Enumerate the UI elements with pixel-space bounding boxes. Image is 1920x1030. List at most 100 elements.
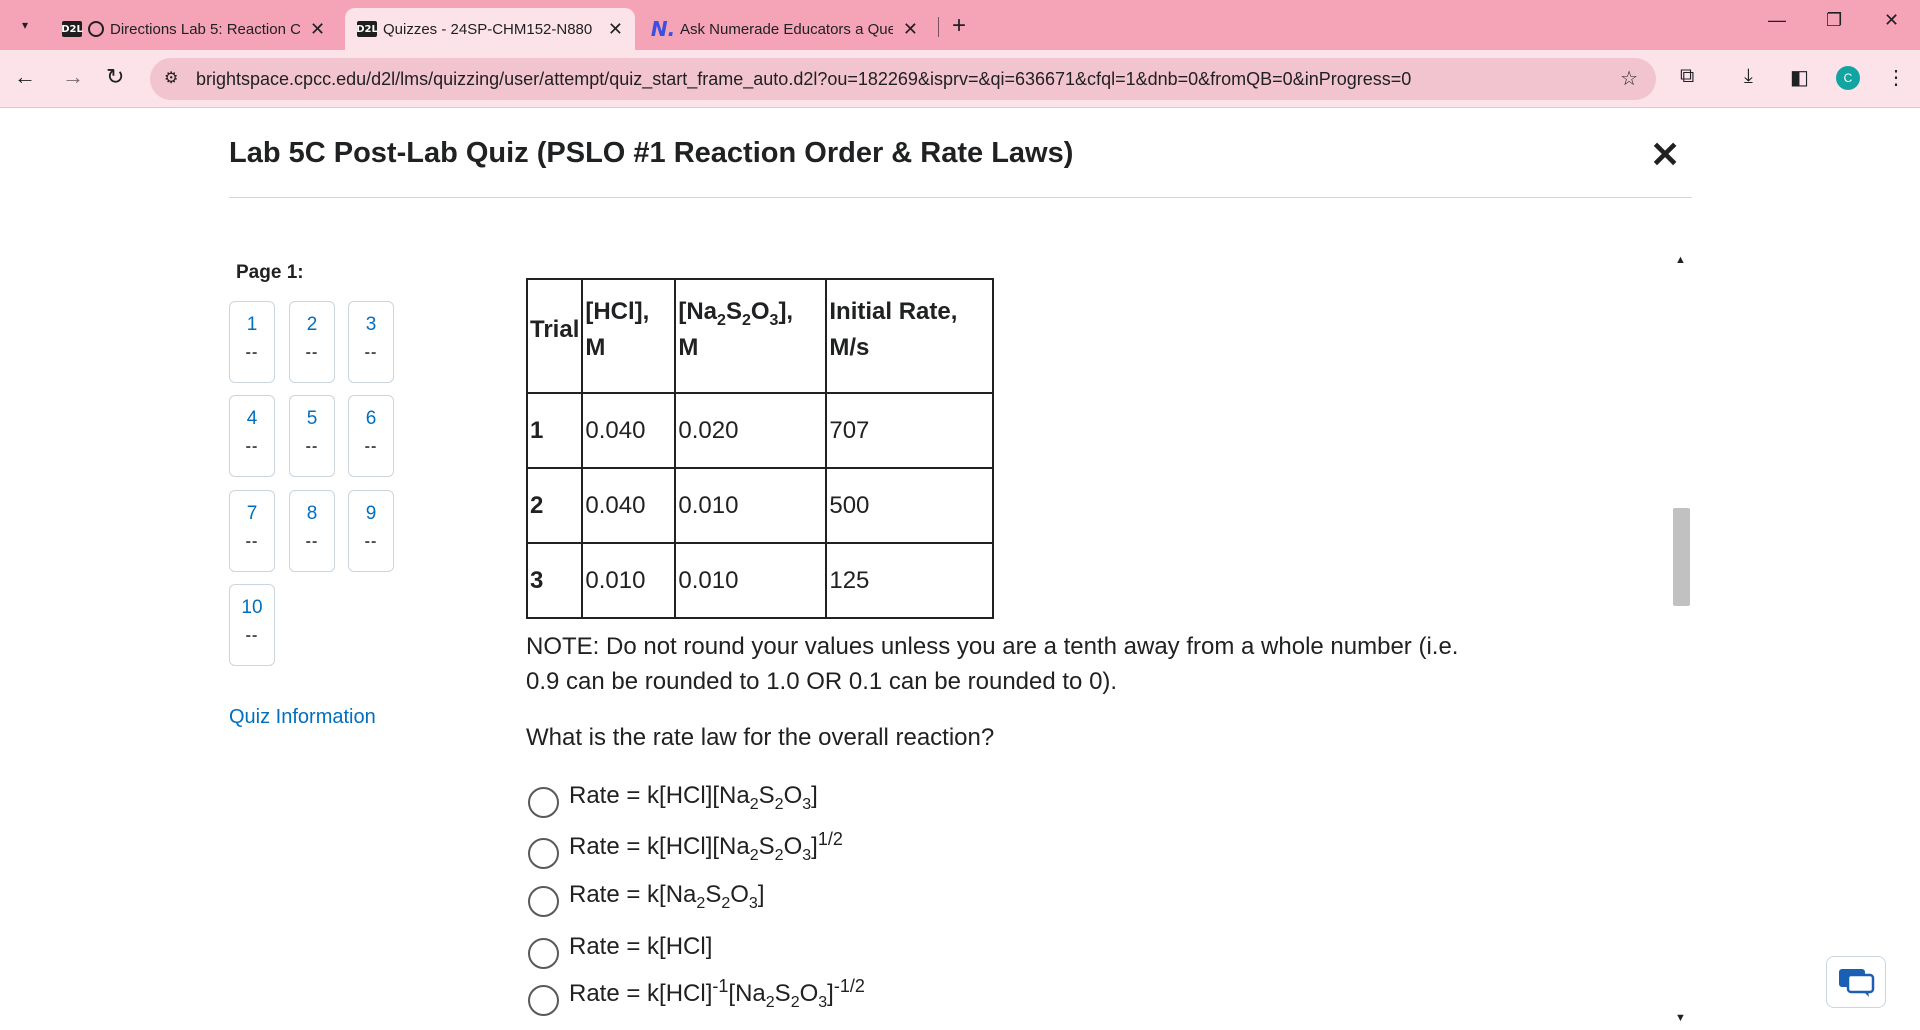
- question-nav-item[interactable]: 9 --: [348, 490, 394, 572]
- question-status: --: [364, 533, 378, 550]
- table-cell: 2: [525, 467, 584, 544]
- radio-button[interactable]: [528, 885, 559, 917]
- forward-icon[interactable]: →: [62, 64, 84, 90]
- chevron-down-icon: ▾: [21, 18, 29, 32]
- tab-separator: [938, 17, 939, 37]
- close-window-icon[interactable]: ✕: [1884, 10, 1899, 31]
- question-number: 5: [306, 408, 318, 429]
- table-cell: 125: [825, 542, 995, 619]
- answer-choice-5[interactable]: Rate = k[HCl]-1[Na2S2O3]-1/2: [528, 974, 1028, 1016]
- extensions-icon[interactable]: ⧉: [1680, 65, 1694, 88]
- site-info-icon[interactable]: ⚙: [164, 68, 178, 88]
- profile-avatar[interactable]: C: [1836, 66, 1860, 90]
- question-nav-item[interactable]: 3 --: [348, 301, 394, 383]
- page-title: Lab 5C Post-Lab Quiz (PSLO #1 Reaction O…: [229, 137, 1074, 169]
- question-status: --: [305, 344, 319, 361]
- data-table: Trial [HCl], M [Na2S2O3], M Initial Rate, M…: [525, 278, 995, 619]
- question-number: 3: [365, 314, 377, 335]
- tab-quizzes[interactable]: D2L Quizzes - 24SP-CHM152-N880 ✕: [345, 8, 635, 50]
- question-number: 7: [246, 503, 258, 524]
- d2l-favicon-icon: D2L: [61, 21, 83, 37]
- minimize-icon[interactable]: —: [1768, 10, 1786, 31]
- question-nav-item[interactable]: 1 --: [229, 301, 275, 383]
- close-tab-icon[interactable]: ✕: [608, 19, 623, 40]
- choice-label: Rate = k[HCl][Na2S2O3]: [569, 782, 818, 813]
- question-nav-item[interactable]: 10 --: [229, 584, 275, 666]
- chat-button[interactable]: [1826, 956, 1886, 1008]
- question-number: 4: [246, 408, 258, 429]
- question-nav-item[interactable]: 7 --: [229, 490, 275, 572]
- scroll-down-icon[interactable]: ▼: [1675, 1012, 1686, 1024]
- choice-label: Rate = k[Na2S2O3]: [569, 881, 765, 912]
- question-nav-item[interactable]: 5 --: [289, 395, 335, 477]
- question-number: 10: [241, 597, 263, 618]
- question-number: 8: [306, 503, 318, 524]
- clock-icon: [88, 21, 104, 37]
- address-bar[interactable]: ⚙ brightspace.cpcc.edu/d2l/lms/quizzing/…: [150, 58, 1656, 100]
- scrollbar[interactable]: [1670, 254, 1692, 1030]
- download-icon[interactable]: ⤓: [1744, 65, 1753, 88]
- column-header-initial-rate: Initial Rate, M/s: [825, 278, 995, 394]
- question-status: --: [305, 438, 319, 455]
- tab-numerade[interactable]: N. Ask Numerade Educators a Que ✕: [640, 8, 930, 50]
- table-cell: 0.040: [581, 392, 677, 469]
- tab-directions-lab[interactable]: D2L Directions Lab 5: Reaction C ✕: [50, 8, 342, 50]
- question-status: --: [245, 627, 259, 644]
- choice-label: Rate = k[HCl]: [569, 933, 713, 960]
- question-nav-item[interactable]: 6 --: [348, 395, 394, 477]
- more-menu-icon[interactable]: ⋮: [1886, 65, 1906, 90]
- scrollbar-thumb[interactable]: [1673, 508, 1690, 606]
- close-icon[interactable]: ✕: [1650, 134, 1680, 176]
- browser-toolbar: ← → ↻ ⚙ brightspace.cpcc.edu/d2l/lms/qui…: [0, 50, 1920, 108]
- note-text: NOTE: Do not round your values unless yo…: [526, 633, 1459, 695]
- tab-strip: ▾ D2L Directions Lab 5: Reaction C ✕ D2L…: [0, 0, 1920, 50]
- divider: [229, 197, 1692, 198]
- column-header-na2s2o3: [Na2S2O3], M: [674, 278, 828, 394]
- table-cell: 1: [525, 392, 584, 469]
- tab-title: Directions Lab 5: Reaction C: [110, 20, 300, 38]
- side-panel-icon[interactable]: ◧: [1790, 65, 1809, 90]
- question-status: --: [364, 438, 378, 455]
- question-status: --: [245, 438, 259, 455]
- table-cell: 707: [825, 392, 995, 469]
- question-number: 2: [306, 314, 318, 335]
- answer-choice-2[interactable]: Rate = k[HCl][Na2S2O3]1/2: [528, 827, 1028, 869]
- quiz-information-link[interactable]: Quiz Information: [229, 706, 376, 729]
- radio-button[interactable]: [528, 937, 559, 969]
- question-status: --: [245, 344, 259, 361]
- question-nav-item[interactable]: 4 --: [229, 395, 275, 477]
- url-text[interactable]: brightspace.cpcc.edu/d2l/lms/quizzing/us…: [196, 69, 1411, 90]
- table-cell: 0.010: [674, 542, 828, 619]
- answer-choice-1[interactable]: Rate = k[HCl][Na2S2O3]: [528, 776, 1028, 818]
- d2l-favicon-icon: D2L: [356, 21, 378, 37]
- table-row: 3 0.010 0.010 125: [525, 542, 995, 619]
- question-nav-item[interactable]: 8 --: [289, 490, 335, 572]
- choice-label: Rate = k[HCl]-1[Na2S2O3]-1/2: [569, 976, 865, 1011]
- back-icon[interactable]: ←: [14, 64, 36, 90]
- close-tab-icon[interactable]: ✕: [310, 19, 325, 40]
- scroll-up-icon[interactable]: ▲: [1675, 254, 1686, 266]
- close-tab-icon[interactable]: ✕: [903, 19, 918, 40]
- radio-button[interactable]: [528, 786, 559, 818]
- table-row: 1 0.040 0.020 707: [525, 392, 995, 469]
- answer-choice-4[interactable]: Rate = k[HCl]: [528, 927, 1028, 969]
- reload-icon[interactable]: ↻: [106, 64, 124, 90]
- question-number: 1: [246, 314, 258, 335]
- answer-choice-3[interactable]: Rate = k[Na2S2O3]: [528, 875, 1028, 917]
- table-cell: 0.040: [581, 467, 677, 544]
- radio-button[interactable]: [528, 984, 559, 1016]
- tab-title: Quizzes - 24SP-CHM152-N880: [383, 20, 593, 38]
- table-cell: 3: [525, 542, 584, 619]
- table-cell: 0.010: [674, 467, 828, 544]
- new-tab-button[interactable]: +: [952, 12, 966, 40]
- column-header-trial: Trial: [525, 278, 584, 394]
- bookmark-star-icon[interactable]: ☆: [1620, 66, 1638, 91]
- restore-icon[interactable]: ❐: [1826, 10, 1842, 31]
- table-cell: 0.010: [581, 542, 677, 619]
- radio-button[interactable]: [528, 837, 559, 869]
- question-status: --: [305, 533, 319, 550]
- choice-label: Rate = k[HCl][Na2S2O3]1/2: [569, 829, 843, 864]
- question-nav-item[interactable]: 2 --: [289, 301, 335, 383]
- question-number: 6: [365, 408, 377, 429]
- tab-search-button[interactable]: ▾: [12, 13, 38, 37]
